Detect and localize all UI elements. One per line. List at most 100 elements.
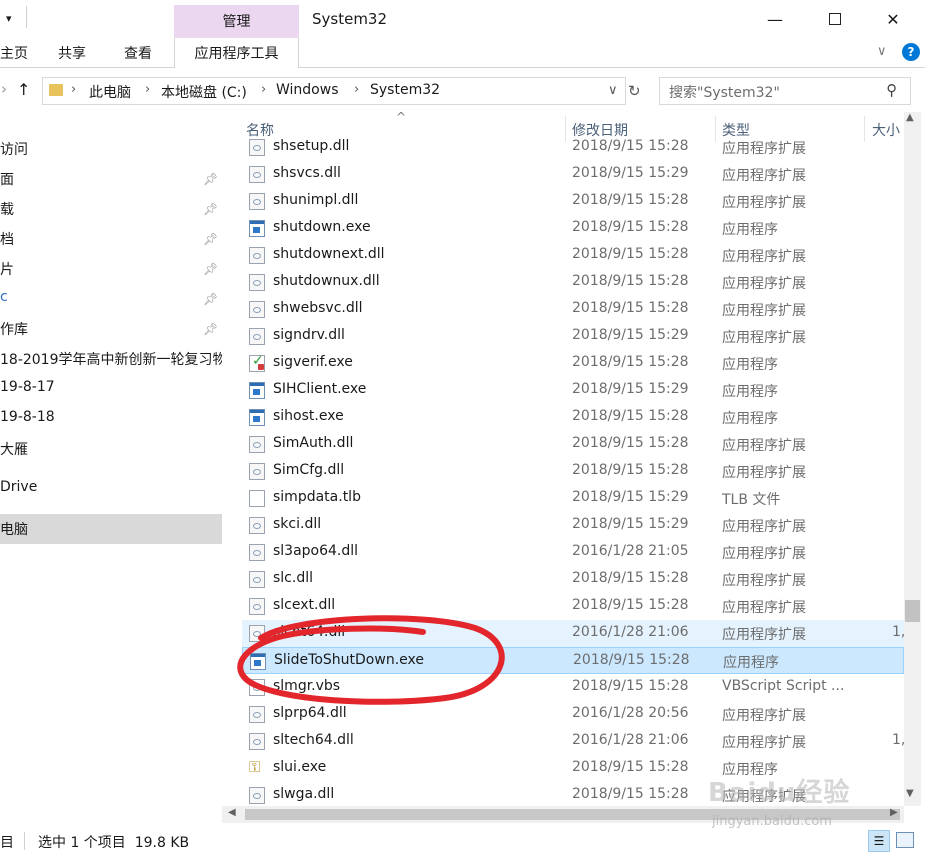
ribbon-tabs: 主页 共享 查看 ∨ ? bbox=[0, 38, 925, 68]
file-row[interactable]: shsetup.dll 2018/9/15 15:28 应用程序扩展 bbox=[242, 134, 904, 161]
file-row[interactable]: shutdownux.dll 2018/9/15 15:28 应用程序扩展 bbox=[242, 269, 904, 296]
maximize-button[interactable] bbox=[812, 4, 858, 34]
file-name: signdrv.dll bbox=[273, 327, 345, 343]
scroll-up-icon[interactable]: ▲ bbox=[906, 112, 914, 123]
breadcrumb-this-pc[interactable]: 此电脑 bbox=[89, 82, 131, 102]
nav-item-library[interactable]: 作库 📌︎ bbox=[0, 314, 222, 344]
file-type: 应用程序 bbox=[722, 384, 778, 400]
nav-item-documents[interactable]: 档 📌︎ bbox=[0, 224, 222, 254]
nav-item-label: 19-8-18 bbox=[0, 409, 55, 425]
file-name: shsvcs.dll bbox=[273, 165, 341, 181]
refresh-icon[interactable]: ↻ bbox=[628, 82, 641, 100]
nav-item-label: 18-2019学年高中新创新一轮复习物 bbox=[0, 352, 222, 368]
nav-item-pictures[interactable]: 片 📌︎ bbox=[0, 254, 222, 284]
file-type: 应用程序扩展 bbox=[722, 303, 806, 319]
file-type: 应用程序扩展 bbox=[722, 600, 806, 616]
breadcrumb-separator-icon[interactable]: › bbox=[354, 82, 359, 97]
file-name: skci.dll bbox=[273, 516, 322, 532]
file-type: TLB 文件 bbox=[722, 492, 781, 508]
up-arrow-icon[interactable]: ↑ bbox=[17, 80, 30, 99]
file-row[interactable]: ✓ sigverif.exe 2018/9/15 15:28 应用程序 bbox=[242, 350, 904, 377]
breadcrumb-separator-icon[interactable]: › bbox=[71, 82, 76, 97]
file-date: 2018/9/15 15:28 bbox=[572, 759, 689, 775]
scroll-right-icon[interactable]: ▶ bbox=[890, 807, 898, 818]
scroll-down-icon[interactable]: ▼ bbox=[906, 788, 914, 799]
nav-item-folder[interactable]: 19-8-17 bbox=[0, 374, 222, 404]
scroll-left-icon[interactable]: ◀ bbox=[228, 807, 236, 818]
address-row: › ↑ › 此电脑 › 本地磁盘 (C:) › Windows › System… bbox=[0, 72, 925, 110]
file-row[interactable]: skci.dll 2018/9/15 15:29 应用程序扩展 bbox=[242, 512, 904, 539]
breadcrumb-local-disk[interactable]: 本地磁盘 (C:) bbox=[161, 82, 247, 102]
nav-item-folder[interactable]: 大雁 bbox=[0, 434, 222, 464]
file-row[interactable]: SIHClient.exe 2018/9/15 15:29 应用程序 bbox=[242, 377, 904, 404]
dll-file-icon bbox=[249, 193, 265, 210]
file-row[interactable]: slc.dll 2018/9/15 15:28 应用程序扩展 bbox=[242, 566, 904, 593]
forward-icon[interactable]: › bbox=[1, 80, 7, 98]
search-input[interactable]: 搜索"System32" ⚲ bbox=[659, 77, 911, 105]
tab-view[interactable]: 查看 bbox=[124, 43, 152, 63]
file-row[interactable]: sihost.exe 2018/9/15 15:28 应用程序 bbox=[242, 404, 904, 431]
file-type: 应用程序扩展 bbox=[722, 141, 806, 157]
file-date: 2018/9/15 15:28 bbox=[572, 300, 689, 316]
file-type: 应用程序扩展 bbox=[722, 573, 806, 589]
vertical-scroll-thumb[interactable] bbox=[905, 600, 920, 622]
file-row[interactable]: SimAuth.dll 2018/9/15 15:28 应用程序扩展 bbox=[242, 431, 904, 458]
file-type: 应用程序 bbox=[722, 222, 778, 238]
key-file-icon: ⚿ bbox=[249, 758, 261, 776]
help-icon[interactable]: ? bbox=[902, 43, 920, 61]
file-date: 2018/9/15 15:29 bbox=[572, 381, 689, 397]
nav-item-quick-access[interactable]: 访问 bbox=[0, 134, 222, 164]
file-row[interactable]: shwebsvc.dll 2018/9/15 15:28 应用程序扩展 bbox=[242, 296, 904, 323]
close-button[interactable]: ✕ bbox=[870, 4, 916, 34]
history-dropdown-chevron-icon[interactable]: ∨ bbox=[608, 83, 618, 98]
file-row[interactable]: SimCfg.dll 2018/9/15 15:28 应用程序扩展 bbox=[242, 458, 904, 485]
nav-item-label: 电脑 bbox=[0, 522, 28, 538]
vertical-scrollbar[interactable] bbox=[904, 112, 921, 806]
file-row[interactable]: sl3apo64.dll 2016/1/28 21:05 应用程序扩展 bbox=[242, 539, 904, 566]
file-type: 应用程序扩展 bbox=[722, 519, 806, 535]
pin-icon: 📌︎ bbox=[203, 292, 219, 306]
nav-item-c[interactable]: c 📌︎ bbox=[0, 284, 222, 314]
file-row[interactable]: shunimpl.dll 2018/9/15 15:28 应用程序扩展 bbox=[242, 188, 904, 215]
nav-item-downloads[interactable]: 载 📌︎ bbox=[0, 194, 222, 224]
ribbon-expand-chevron-icon[interactable]: ∨ bbox=[877, 44, 887, 59]
nav-item-label: 载 bbox=[0, 202, 14, 218]
file-date: 2018/9/15 15:28 bbox=[572, 138, 689, 154]
ribbon-divider bbox=[299, 67, 925, 68]
nav-item-label: 大雁 bbox=[0, 442, 28, 458]
minimize-button[interactable]: — bbox=[752, 4, 798, 34]
file-name: sigverif.exe bbox=[273, 354, 353, 370]
details-view-icon[interactable]: ☰ bbox=[868, 830, 890, 852]
nav-item-label: c bbox=[0, 289, 8, 305]
pin-icon: 📌︎ bbox=[203, 202, 219, 216]
file-date: 2018/9/15 15:29 bbox=[572, 327, 689, 343]
nav-item-label: 19-8-17 bbox=[0, 379, 55, 395]
breadcrumb-separator-icon[interactable]: › bbox=[145, 82, 150, 97]
search-icon[interactable]: ⚲ bbox=[886, 81, 897, 99]
nav-item-onedrive[interactable]: Drive bbox=[0, 474, 222, 504]
file-row[interactable]: simpdata.tlb 2018/9/15 15:29 TLB 文件 bbox=[242, 485, 904, 512]
large-icons-view-icon[interactable] bbox=[896, 832, 914, 848]
tab-home[interactable]: 主页 bbox=[0, 43, 28, 63]
file-name: shutdownux.dll bbox=[273, 273, 380, 289]
file-row[interactable]: sltech64.dll 2016/1/28 21:06 应用程序扩展 1, bbox=[242, 728, 904, 755]
dll-file-icon bbox=[249, 436, 265, 453]
breadcrumb-system32[interactable]: System32 bbox=[370, 82, 440, 98]
file-name: slui.exe bbox=[273, 759, 327, 775]
file-row[interactable]: shutdown.exe 2018/9/15 15:28 应用程序 bbox=[242, 215, 904, 242]
tab-application-tools[interactable]: 应用程序工具 bbox=[174, 38, 299, 68]
nav-item-this-pc[interactable]: 电脑 bbox=[0, 514, 222, 544]
file-row[interactable]: shutdownext.dll 2018/9/15 15:28 应用程序扩展 bbox=[242, 242, 904, 269]
tab-share[interactable]: 共享 bbox=[58, 43, 86, 63]
address-bar[interactable]: › 此电脑 › 本地磁盘 (C:) › Windows › System32 ∨ bbox=[42, 77, 626, 105]
quick-access-dropdown-icon[interactable]: ▾ bbox=[6, 12, 12, 25]
nav-item-folder[interactable]: 19-8-18 bbox=[0, 404, 222, 434]
nav-item-desktop[interactable]: 面 📌︎ bbox=[0, 164, 222, 194]
file-row[interactable]: shsvcs.dll 2018/9/15 15:29 应用程序扩展 bbox=[242, 161, 904, 188]
nav-item-folder[interactable]: 18-2019学年高中新创新一轮复习物 bbox=[0, 344, 222, 374]
status-bar: 目 选中 1 个项目 19.8 KB ☰ bbox=[0, 826, 925, 856]
breadcrumb-windows[interactable]: Windows bbox=[276, 82, 339, 98]
breadcrumb-separator-icon[interactable]: › bbox=[261, 82, 266, 97]
file-row[interactable]: signdrv.dll 2018/9/15 15:29 应用程序扩展 bbox=[242, 323, 904, 350]
file-type: 应用程序 bbox=[723, 655, 779, 671]
